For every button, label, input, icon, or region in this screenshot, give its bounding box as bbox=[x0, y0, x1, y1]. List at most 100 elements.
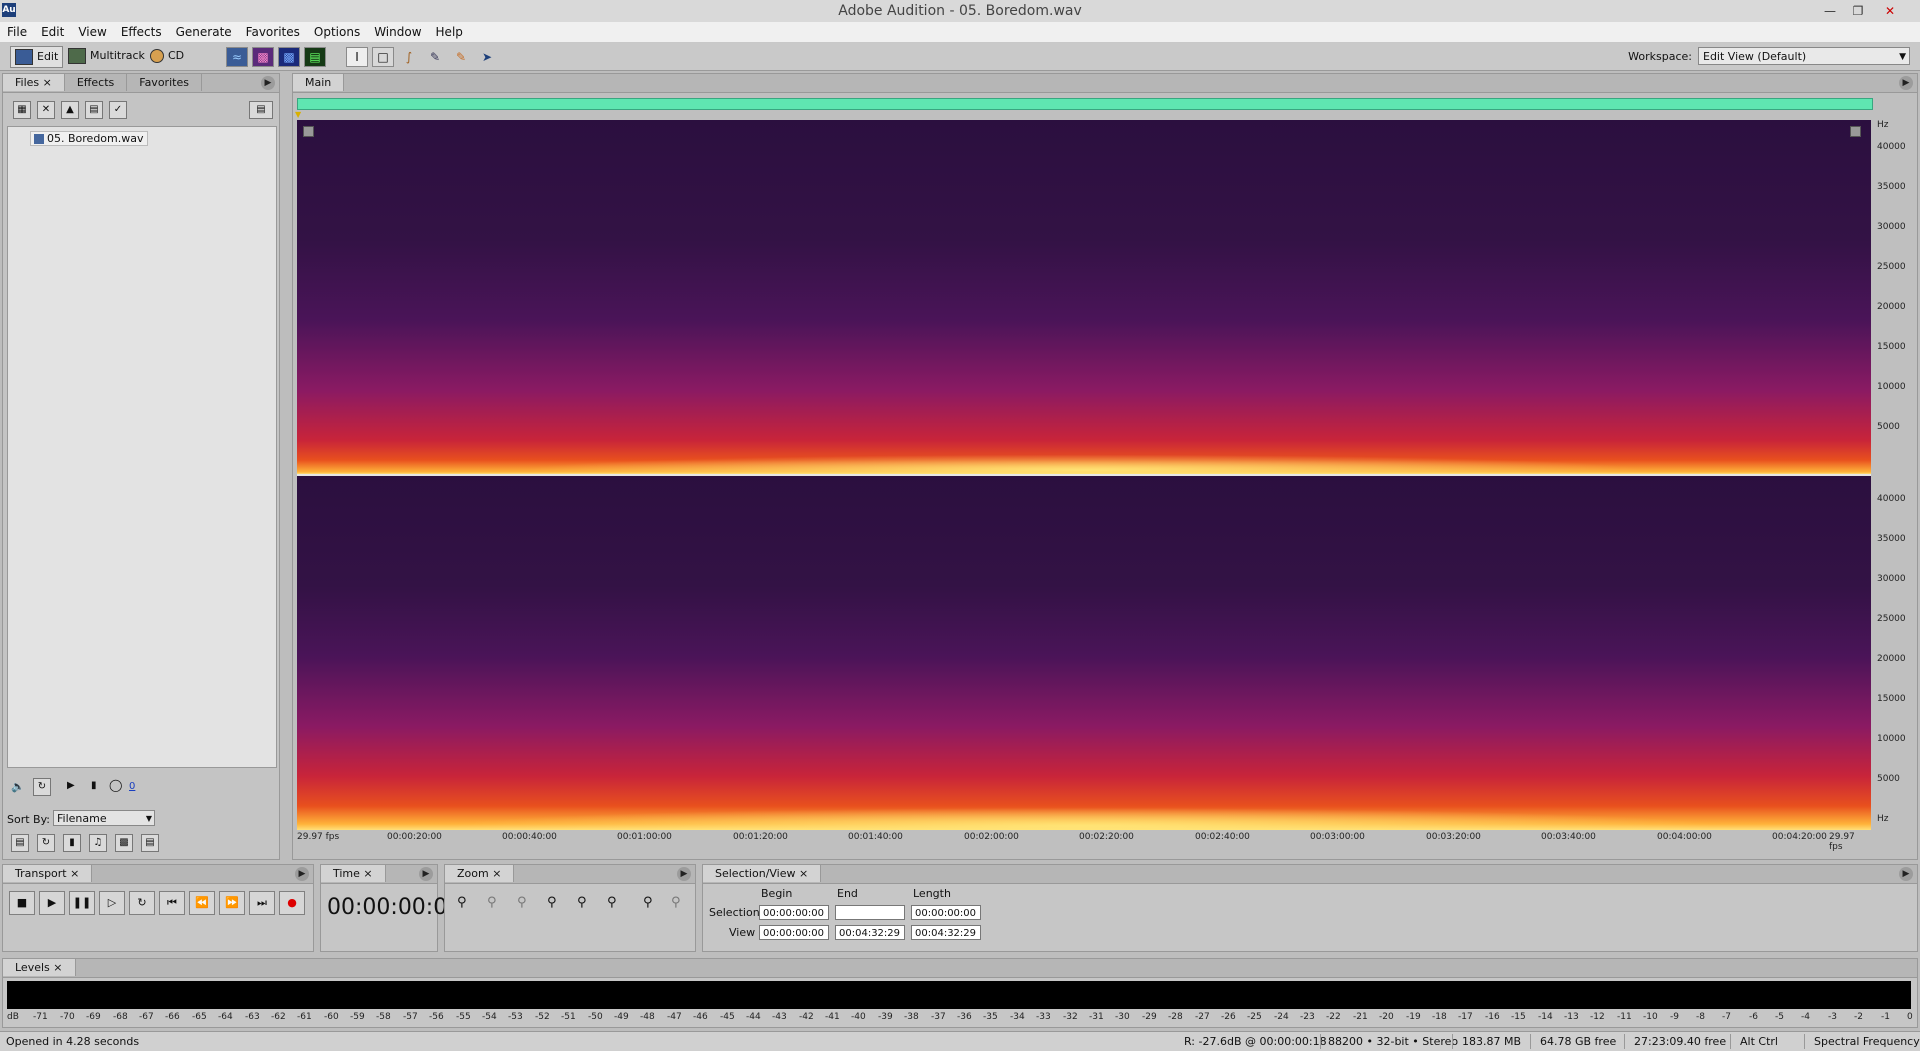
show-loops-icon[interactable]: ↻ bbox=[37, 834, 55, 852]
overview-bar[interactable] bbox=[297, 98, 1873, 110]
zoom-in-horizontal-icon[interactable]: ⚲ bbox=[457, 895, 467, 910]
gain-handle-icon[interactable] bbox=[1850, 126, 1861, 137]
volume-knob-icon[interactable]: ◯ bbox=[109, 778, 122, 792]
spectral-display[interactable] bbox=[297, 120, 1871, 830]
zoom-to-selection-icon[interactable]: ⚲ bbox=[547, 895, 557, 910]
import-file-icon[interactable]: ▲ bbox=[61, 101, 79, 119]
show-files-options-icon[interactable]: ▤ bbox=[249, 101, 273, 119]
insert-multitrack-icon[interactable]: ▤ bbox=[85, 101, 103, 119]
left-channel[interactable] bbox=[297, 120, 1871, 474]
speaker-icon[interactable]: 🔈 bbox=[11, 780, 25, 793]
menu-options[interactable]: Options bbox=[307, 22, 367, 42]
menu-favorites[interactable]: Favorites bbox=[239, 22, 307, 42]
view-begin-field[interactable]: 00:00:00:00 bbox=[759, 925, 829, 940]
tab-levels[interactable]: Levels × bbox=[3, 959, 76, 976]
show-cues-icon[interactable]: ▤ bbox=[141, 834, 159, 852]
edit-file-icon[interactable]: ✓ bbox=[109, 101, 127, 119]
scrub-tool-icon[interactable]: ➤ bbox=[476, 47, 498, 67]
multitrack-button[interactable]: Multitrack bbox=[68, 46, 145, 66]
tab-favorites[interactable]: Favorites bbox=[127, 74, 202, 91]
gain-handle-icon[interactable] bbox=[303, 126, 314, 137]
tab-main[interactable]: Main bbox=[293, 74, 345, 91]
time-selection-tool-icon[interactable]: I bbox=[346, 47, 368, 67]
spectral-phase-view-icon[interactable]: ▤ bbox=[304, 47, 326, 67]
workspace-select[interactable]: Edit View (Default) ▼ bbox=[1698, 47, 1910, 65]
panel-menu-icon[interactable]: ▶ bbox=[419, 867, 433, 881]
menu-window[interactable]: Window bbox=[367, 22, 428, 42]
panel-menu-icon[interactable]: ▶ bbox=[1899, 867, 1913, 881]
play-preview-icon[interactable]: ▶ bbox=[67, 780, 75, 791]
spectral-frequency-view-icon[interactable]: ▩ bbox=[252, 47, 274, 67]
volume-slider-icon[interactable]: ▮ bbox=[91, 780, 97, 791]
record-button[interactable]: ● bbox=[279, 891, 305, 915]
sort-by-select[interactable]: Filename ▼ bbox=[53, 810, 155, 826]
time-ruler[interactable]: 29.97 fps 00:00:20:00 00:00:40:00 00:01:… bbox=[297, 832, 1871, 852]
go-to-start-button[interactable]: ⏮ bbox=[159, 891, 185, 915]
list-item[interactable]: 05. Boredom.wav bbox=[30, 131, 148, 146]
menu-generate[interactable]: Generate bbox=[169, 22, 239, 42]
panel-menu-icon[interactable]: ▶ bbox=[261, 76, 275, 90]
go-to-end-button[interactable]: ⏭ bbox=[249, 891, 275, 915]
view-end-field[interactable]: 00:04:32:29 bbox=[835, 925, 905, 940]
pause-button[interactable]: ❚❚ bbox=[69, 891, 95, 915]
show-midi-icon[interactable]: ▮ bbox=[63, 834, 81, 852]
tab-time[interactable]: Time × bbox=[321, 865, 386, 882]
lasso-tool-icon[interactable]: ∫ bbox=[398, 47, 420, 67]
menu-help[interactable]: Help bbox=[429, 22, 470, 42]
zoom-out-horizontal-icon[interactable]: ⚲ bbox=[487, 895, 497, 910]
loop-button[interactable]: ↻ bbox=[129, 891, 155, 915]
maximize-icon[interactable]: ❐ bbox=[1846, 2, 1870, 20]
panel-menu-icon[interactable]: ▶ bbox=[677, 867, 691, 881]
frequency-ruler[interactable]: Hz 40000 35000 30000 25000 20000 15000 1… bbox=[1875, 120, 1915, 830]
effects-paintbrush-icon[interactable]: ✎ bbox=[424, 47, 446, 67]
fast-forward-button[interactable]: ⏩ bbox=[219, 891, 245, 915]
waveform-view-icon[interactable]: ≈ bbox=[226, 47, 248, 67]
panel-menu-icon[interactable]: ▶ bbox=[1899, 76, 1913, 90]
right-channel[interactable] bbox=[297, 476, 1871, 830]
cd-button[interactable]: CD bbox=[150, 46, 184, 66]
spot-healing-brush-icon[interactable]: ✎ bbox=[450, 47, 472, 67]
level-meter[interactable] bbox=[7, 981, 1911, 1009]
tab-effects[interactable]: Effects bbox=[65, 74, 128, 91]
close-icon[interactable]: × bbox=[70, 867, 79, 880]
panel-menu-icon[interactable]: ▶ bbox=[295, 867, 309, 881]
show-video-icon[interactable]: ♫ bbox=[89, 834, 107, 852]
loop-preview-icon[interactable]: ↻ bbox=[33, 778, 51, 796]
close-file-icon[interactable]: ✕ bbox=[37, 101, 55, 119]
close-icon[interactable]: × bbox=[43, 76, 52, 89]
menu-file[interactable]: File bbox=[0, 22, 34, 42]
edit-view-button[interactable]: Edit bbox=[10, 46, 64, 68]
close-icon[interactable]: ✕ bbox=[1878, 2, 1902, 20]
volume-value[interactable]: 0 bbox=[129, 781, 135, 792]
view-length-field[interactable]: 00:04:32:29 bbox=[911, 925, 981, 940]
selection-length-field[interactable]: 00:00:00:00 bbox=[911, 905, 981, 920]
zoom-out-vertical-icon[interactable]: ⚲ bbox=[671, 895, 681, 910]
zoom-out-full-icon[interactable]: ⚲ bbox=[517, 895, 527, 910]
tab-transport[interactable]: Transport × bbox=[3, 865, 93, 882]
menu-edit[interactable]: Edit bbox=[34, 22, 71, 42]
tab-files[interactable]: Files × bbox=[3, 74, 65, 91]
spectral-pan-view-icon[interactable]: ▩ bbox=[278, 47, 300, 67]
marquee-tool-icon[interactable]: □ bbox=[372, 47, 394, 67]
stop-button[interactable]: ■ bbox=[9, 891, 35, 915]
close-icon[interactable]: × bbox=[53, 961, 62, 974]
menu-effects[interactable]: Effects bbox=[114, 22, 169, 42]
zoom-to-right-edge-icon[interactable]: ⚲ bbox=[607, 895, 617, 910]
playhead-marker-icon[interactable]: ▼ bbox=[295, 110, 301, 119]
play-button[interactable]: ▶ bbox=[39, 891, 65, 915]
play-from-cursor-button[interactable]: ▷ bbox=[99, 891, 125, 915]
rewind-button[interactable]: ⏪ bbox=[189, 891, 215, 915]
selection-end-field[interactable] bbox=[835, 905, 905, 920]
show-audio-icon[interactable]: ▤ bbox=[11, 834, 29, 852]
show-full-path-icon[interactable]: ▩ bbox=[115, 834, 133, 852]
tab-zoom[interactable]: Zoom × bbox=[445, 865, 515, 882]
selection-begin-field[interactable]: 00:00:00:00 bbox=[759, 905, 829, 920]
close-icon[interactable]: × bbox=[492, 867, 501, 880]
tab-selection-view[interactable]: Selection/View × bbox=[703, 865, 822, 882]
close-icon[interactable]: × bbox=[799, 867, 808, 880]
close-icon[interactable]: × bbox=[363, 867, 372, 880]
open-file-icon[interactable]: ▦ bbox=[13, 101, 31, 119]
minimize-icon[interactable]: — bbox=[1818, 2, 1842, 20]
files-list[interactable]: 05. Boredom.wav bbox=[7, 126, 277, 768]
menu-view[interactable]: View bbox=[71, 22, 113, 42]
